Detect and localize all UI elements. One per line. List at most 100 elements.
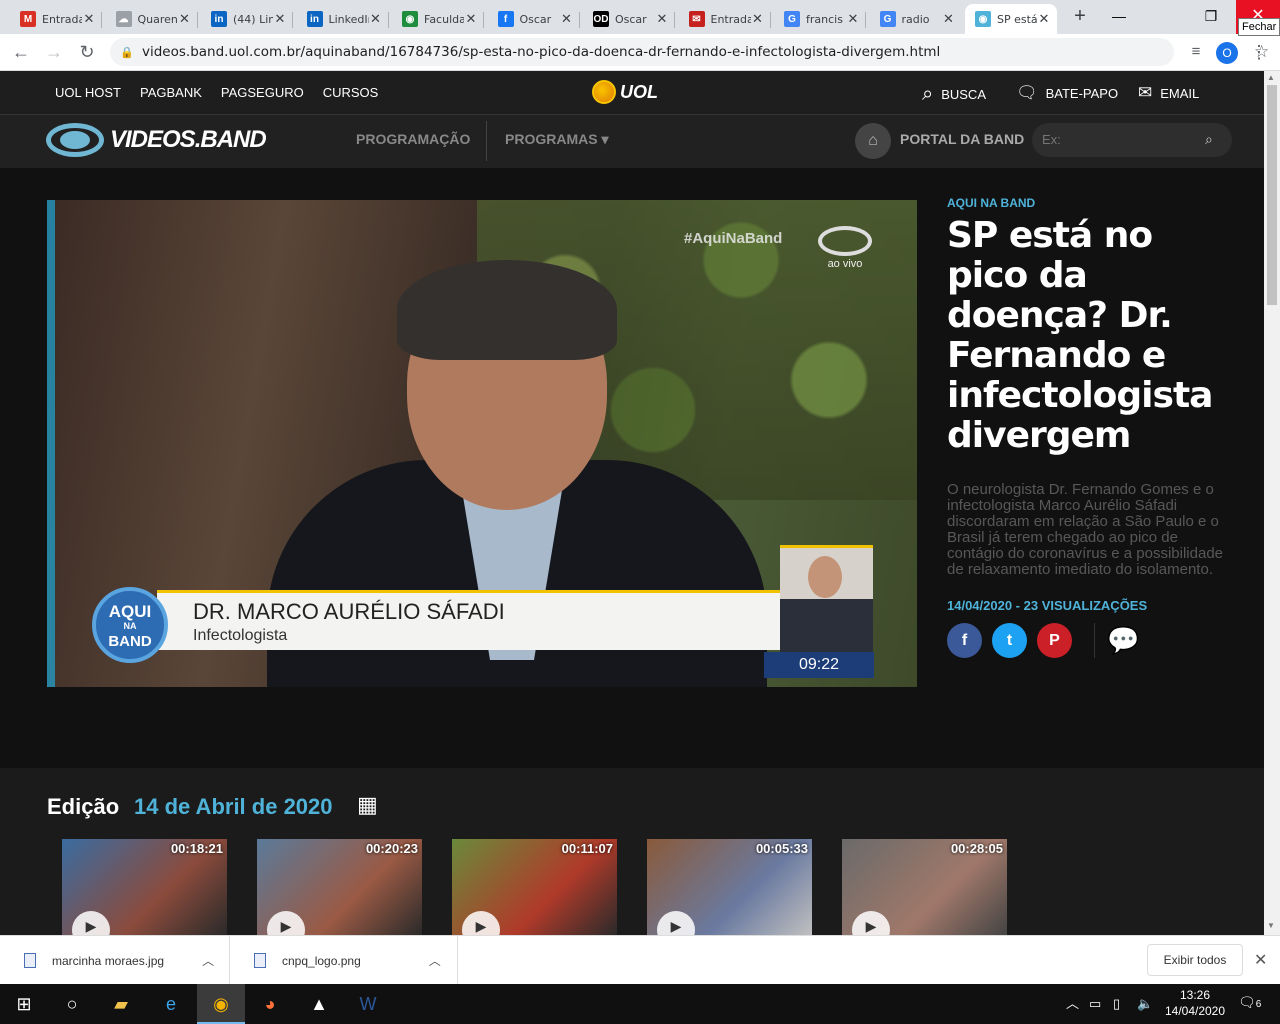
system-clock[interactable]: 13:26 14/04/2020 — [1160, 987, 1230, 1019]
video-thumbnail[interactable]: 00:05:33 ▶ — [647, 839, 812, 935]
chevron-up-icon[interactable]: ︿ — [202, 952, 214, 969]
browser-tab[interactable]: ✉ Entrada ✕ — [679, 4, 771, 34]
address-bar[interactable]: 🔒 videos.band.uol.com.br/aquinaband/1678… — [110, 38, 1269, 66]
firefox-icon[interactable]: ◕ — [246, 984, 294, 1024]
browser-tab[interactable]: in LinkedIn✕ — [297, 4, 389, 34]
play-icon[interactable]: ▶ — [267, 911, 305, 935]
browser-tab[interactable]: f Oscar ✕ — [488, 4, 580, 34]
search-icon[interactable]: ⌕ — [1205, 131, 1213, 148]
play-icon[interactable]: ▶ — [852, 911, 890, 935]
url-text[interactable]: videos.band.uol.com.br/aquinaband/167847… — [142, 44, 940, 60]
envelope-icon: ✉ — [1138, 83, 1153, 102]
tab-close-icon[interactable]: ✕ — [1037, 11, 1051, 27]
uol-link-cursos[interactable]: CURSOS — [323, 85, 379, 100]
uol-link-pagseguro[interactable]: PAGSEGURO — [221, 85, 304, 100]
cortana-circle-icon[interactable]: ○ — [48, 984, 96, 1024]
tab-title: Entrada — [42, 12, 82, 26]
tab-close-icon[interactable]: ✕ — [369, 11, 383, 27]
calendar-icon[interactable]: ▦ — [357, 792, 378, 818]
maximize-button[interactable]: ❐ — [1188, 0, 1234, 34]
uol-logo[interactable]: UOL — [592, 80, 658, 104]
busca-link[interactable]: ⌕ BUSCA — [922, 83, 986, 106]
video-title: SP está no pico da doença? Dr. Fernando … — [947, 215, 1213, 456]
browser-tab[interactable]: M Entrada ✕ — [10, 4, 102, 34]
scroll-thumb[interactable] — [1267, 85, 1277, 305]
comments-icon[interactable]: 💬 — [1094, 623, 1139, 658]
file-explorer-icon[interactable]: ▰ — [97, 984, 145, 1024]
media-control-icon[interactable]: ≡ — [1183, 40, 1209, 66]
browser-tab[interactable]: OD Oscar ✕ — [583, 4, 675, 34]
new-tab-button[interactable]: + — [1068, 5, 1092, 29]
uol-link-host[interactable]: UOL HOST — [55, 85, 121, 100]
minimize-button[interactable]: — — [1096, 0, 1142, 34]
browser-tab[interactable]: in (44) LinkedIn✕ — [201, 4, 293, 34]
video-thumbnail[interactable]: 00:18:21 ▶ — [62, 839, 227, 935]
tab-separator — [674, 12, 675, 28]
tab-close-icon[interactable]: ✕ — [560, 11, 574, 27]
uol-link-pagbank[interactable]: PAGBANK — [140, 85, 202, 100]
photos-icon[interactable]: ▲ — [295, 984, 343, 1024]
word-icon[interactable]: W — [344, 984, 392, 1024]
edge-icon[interactable]: e — [147, 984, 195, 1024]
start-windows-icon[interactable]: ⊞ — [0, 984, 48, 1024]
page-scrollbar[interactable]: ▲ ▼ — [1264, 71, 1280, 935]
tab-close-icon[interactable]: ✕ — [82, 11, 96, 27]
portal-da-band-link[interactable]: PORTAL DA BAND — [900, 131, 1024, 147]
program-kicker[interactable]: AQUI NA BAND — [947, 196, 1227, 210]
share-buttons: f t P 💬 — [947, 623, 1227, 658]
facebook-share-icon[interactable]: f — [947, 623, 982, 658]
tab-close-icon[interactable]: ✕ — [655, 11, 669, 27]
forward-button[interactable]: → — [41, 40, 67, 66]
twitter-share-icon[interactable]: t — [992, 623, 1027, 658]
tab-close-icon[interactable]: ✕ — [273, 11, 287, 27]
facebook-icon: f — [497, 11, 514, 27]
network-icon[interactable]: ▭ — [1089, 984, 1101, 1024]
email-link[interactable]: ✉ EMAIL — [1138, 83, 1199, 103]
tab-close-icon[interactable]: ✕ — [751, 11, 765, 27]
video-player[interactable]: #AquiNaBand ao vivo DR. MARCO AURÉLIO SÁ… — [47, 200, 917, 687]
nav-programas[interactable]: PROGRAMAS ▾ — [505, 131, 608, 148]
volume-icon[interactable]: 🔈 — [1137, 984, 1153, 1024]
play-icon[interactable]: ▶ — [72, 911, 110, 935]
tab-close-icon[interactable]: ✕ — [464, 11, 478, 27]
show-all-downloads-button[interactable]: Exibir todos — [1147, 944, 1243, 976]
uol-ball-icon — [592, 80, 616, 104]
reload-button[interactable]: ↻ — [74, 40, 100, 66]
pinterest-share-icon[interactable]: P — [1037, 623, 1072, 658]
home-icon[interactable]: ⌂ — [855, 123, 891, 159]
band-eye-icon — [46, 123, 104, 157]
browser-tab[interactable]: ☁ Quarentena✕ — [106, 4, 198, 34]
menu-icon[interactable]: ⋮ — [1246, 40, 1272, 66]
videos-band-logo[interactable]: VIDEOS.BAND — [46, 123, 267, 157]
play-icon[interactable]: ▶ — [657, 911, 695, 935]
tab-close-icon[interactable]: ✕ — [846, 11, 860, 27]
browser-tab[interactable]: Gradio ✕ — [870, 4, 962, 34]
browser-tab[interactable]: Gfrancis ✕ — [774, 4, 866, 34]
video-thumbnail[interactable]: 00:11:07 ▶ — [452, 839, 617, 935]
lower-third: DR. MARCO AURÉLIO SÁFADI Infectologista — [157, 590, 807, 650]
chrome-icon[interactable]: ◉ — [197, 984, 245, 1024]
download-item[interactable]: cnpq_logo.png ︿ — [230, 936, 458, 985]
video-thumbnail[interactable]: 00:20:23 ▶ — [257, 839, 422, 935]
chevron-up-icon[interactable]: ︿ — [429, 952, 441, 969]
back-button[interactable]: ← — [8, 40, 34, 66]
browser-tab[interactable]: ◉ SP está ✕ — [965, 4, 1057, 34]
scroll-up-arrow-icon[interactable]: ▲ — [1267, 73, 1275, 82]
band-search-input[interactable] — [1032, 123, 1232, 157]
download-item[interactable]: marcinha moraes.jpg ︿ — [0, 936, 230, 985]
notification-center-icon[interactable]: 🗨6 — [1238, 994, 1261, 1011]
close-shelf-icon[interactable]: ✕ — [1254, 950, 1267, 970]
play-icon[interactable]: ▶ — [462, 911, 500, 935]
nav-programacao[interactable]: PROGRAMAÇÃO — [356, 131, 470, 147]
tab-close-icon[interactable]: ✕ — [178, 11, 192, 27]
battery-icon[interactable]: ▯ — [1113, 984, 1120, 1024]
close-tooltip: Fechar — [1238, 18, 1280, 36]
profile-avatar[interactable]: O — [1216, 42, 1238, 64]
scroll-down-arrow-icon[interactable]: ▼ — [1267, 921, 1275, 930]
video-thumbnail[interactable]: 00:28:05 ▶ — [842, 839, 1007, 935]
tray-chevron-up-icon[interactable]: ︿ — [1066, 984, 1079, 1024]
tab-close-icon[interactable]: ✕ — [942, 11, 956, 27]
batepapo-link[interactable]: 🗨 BATE-PAPO — [1016, 83, 1118, 103]
browser-tab[interactable]: ◉ Faculdade✕ — [392, 4, 484, 34]
tab-separator — [196, 12, 198, 28]
